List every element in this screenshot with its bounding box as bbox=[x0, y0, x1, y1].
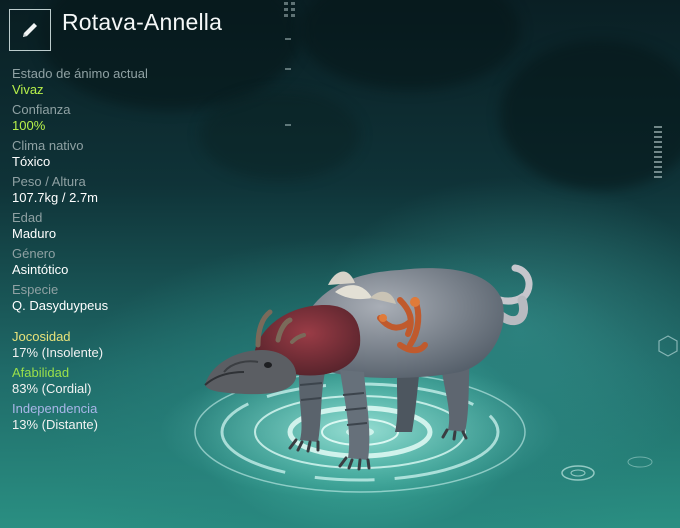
trait-label: Jocosidad bbox=[12, 329, 71, 344]
stat-climate: Clima nativo Tóxico bbox=[12, 138, 212, 170]
stat-trust: Confianza 100% bbox=[12, 102, 212, 134]
stat-value: 100% bbox=[12, 118, 46, 133]
trait-value: 83% (Cordial) bbox=[12, 381, 92, 396]
trait-independence: Independencia 13% (Distante) bbox=[12, 401, 212, 433]
edit-name-button[interactable] bbox=[9, 9, 51, 51]
trait-friendliness: Afabilidad 83% (Cordial) bbox=[12, 365, 212, 397]
stat-species: Especie Q. Dasyduypeus bbox=[12, 282, 212, 314]
trait-value: 17% (Insolente) bbox=[12, 345, 104, 360]
stat-value: Vivaz bbox=[12, 82, 44, 97]
trait-label: Afabilidad bbox=[12, 365, 70, 380]
stat-value: 107.7kg / 2.7m bbox=[12, 190, 98, 205]
stat-value: Maduro bbox=[12, 226, 57, 241]
stat-label: Edad bbox=[12, 210, 43, 225]
trait-value: 13% (Distante) bbox=[12, 417, 98, 432]
creature-stats: Estado de ánimo actual Vivaz Confianza 1… bbox=[12, 66, 212, 318]
stat-label: Estado de ánimo actual bbox=[12, 66, 148, 81]
personality-traits: Jocosidad 17% (Insolente) Afabilidad 83%… bbox=[12, 329, 212, 437]
trait-label: Independencia bbox=[12, 401, 98, 416]
stat-value: Q. Dasyduypeus bbox=[12, 298, 109, 313]
game-scene: Rotava-Annella Estado de ánimo actual Vi… bbox=[0, 0, 680, 528]
stat-label: Especie bbox=[12, 282, 59, 297]
pencil-icon bbox=[23, 23, 37, 37]
stat-value: Tóxico bbox=[12, 154, 51, 169]
stat-mood: Estado de ánimo actual Vivaz bbox=[12, 66, 212, 98]
stat-label: Confianza bbox=[12, 102, 71, 117]
stat-label: Peso / Altura bbox=[12, 174, 86, 189]
stat-weight-height: Peso / Altura 107.7kg / 2.7m bbox=[12, 174, 212, 206]
stat-gender: Género Asintótico bbox=[12, 246, 212, 278]
trait-playfulness: Jocosidad 17% (Insolente) bbox=[12, 329, 212, 361]
stat-value: Asintótico bbox=[12, 262, 69, 277]
stat-label: Clima nativo bbox=[12, 138, 84, 153]
creature-name: Rotava-Annella bbox=[62, 9, 223, 35]
stat-age: Edad Maduro bbox=[12, 210, 212, 242]
stat-label: Género bbox=[12, 246, 56, 261]
